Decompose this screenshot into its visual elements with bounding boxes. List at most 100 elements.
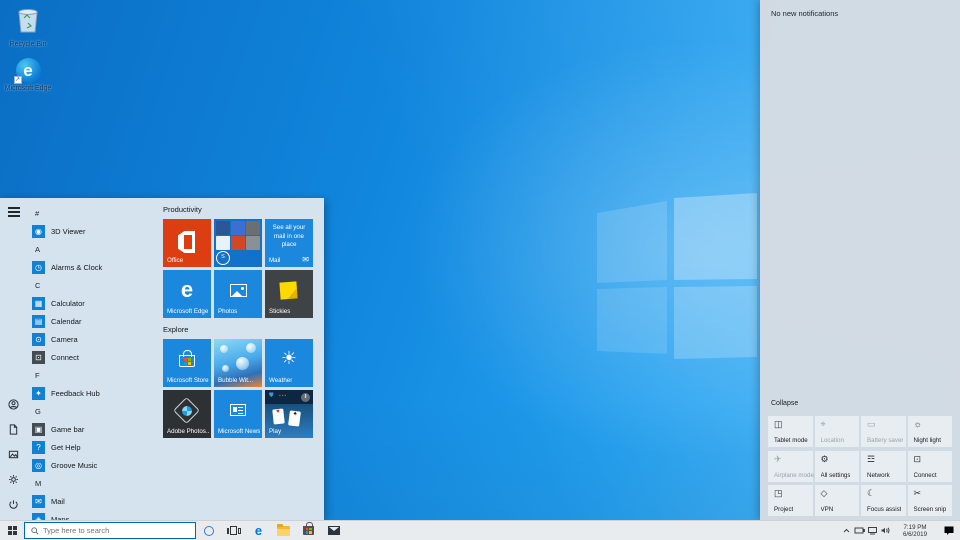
tile-office-apps[interactable]: S	[214, 219, 262, 267]
tray-volume-button[interactable]	[879, 521, 892, 540]
app-section-letter[interactable]: A	[27, 240, 160, 258]
start-menu-rail	[0, 198, 27, 520]
tile-microsoft-news[interactable]: Microsoft News	[214, 390, 262, 438]
quick-action-vpn[interactable]: ◇VPN	[815, 485, 860, 516]
tile-bubble-witch[interactable]: Bubble Wit...	[214, 339, 262, 387]
desktop-icon-label: Recycle Bin	[0, 41, 56, 49]
app-section-letter[interactable]: G	[27, 402, 160, 420]
app-item-3d-viewer[interactable]: ◉3D Viewer	[27, 222, 160, 240]
collapse-link[interactable]: Collapse	[771, 400, 798, 407]
start-button[interactable]	[0, 521, 24, 540]
night-light-icon: ☼	[914, 419, 922, 429]
desktop: Recycle Bin e↗ Microsoft Edge No new not…	[0, 0, 960, 540]
battery-saver-icon: ▭	[867, 419, 876, 430]
bubble-icon	[222, 365, 229, 372]
tile-office[interactable]: Office	[163, 219, 211, 267]
tile-stickies[interactable]: Stickies	[265, 270, 313, 318]
tablet-mode-icon: ◫	[774, 419, 783, 430]
app-item-mail[interactable]: ✉Mail	[27, 492, 160, 510]
edge-icon: e↗	[16, 58, 41, 83]
mail-button[interactable]	[321, 521, 346, 540]
tile-mail[interactable]: See all your mail in one placeMail✉	[265, 219, 313, 267]
app-item-alarms-clock[interactable]: ◷Alarms & Clock	[27, 258, 160, 276]
app-section-letter[interactable]: C	[27, 276, 160, 294]
app-item-maps[interactable]: ◈Maps	[27, 510, 160, 520]
app-item-calendar[interactable]: ▤Calendar	[27, 312, 160, 330]
search-input[interactable]	[43, 526, 173, 535]
store-bag-icon	[303, 526, 314, 535]
desktop-icon-label: Microsoft Edge	[0, 85, 56, 93]
app-item-connect[interactable]: ⊡Connect	[27, 348, 160, 366]
project-icon: ◳	[774, 488, 783, 499]
mail-icon	[328, 526, 340, 535]
microsoft-store-button[interactable]	[296, 521, 321, 540]
quick-action-project[interactable]: ◳Project	[768, 485, 813, 516]
playing-card-icon: ♠	[288, 410, 301, 426]
app-item-camera[interactable]: ⊙Camera	[27, 330, 160, 348]
hamburger-icon[interactable]	[8, 207, 20, 209]
app-section-letter[interactable]: F	[27, 366, 160, 384]
user-icon	[8, 399, 19, 410]
notification-bubble-icon	[943, 525, 955, 536]
task-view-button[interactable]	[221, 521, 246, 540]
quick-action-focus-assist[interactable]: ☾Focus assist	[861, 485, 906, 516]
tile-adobe-photoshop-express[interactable]: Adobe Photos...	[163, 390, 211, 438]
tile-photos[interactable]: Photos	[214, 270, 262, 318]
focus-assist-icon: ☾	[867, 488, 875, 499]
app-item-game-bar[interactable]: ▣Game bar	[27, 420, 160, 438]
app-item-groove-music[interactable]: ◎Groove Music	[27, 456, 160, 474]
app-item-get-help[interactable]: ?Get Help	[27, 438, 160, 456]
tray-overflow-button[interactable]	[840, 521, 853, 540]
start-menu-app-list: # ◉3D Viewer A ◷Alarms & Clock C ▦Calcul…	[27, 198, 160, 520]
quick-action-tablet-mode[interactable]: ◫Tablet mode	[768, 416, 813, 447]
quick-action-all-settings[interactable]: ⚙All settings	[815, 451, 860, 482]
desktop-icon-recycle-bin[interactable]: Recycle Bin	[0, 6, 56, 49]
tile-play[interactable]: ⛊ ▪▪▪ ‖ ♥ ♠ Play	[265, 390, 313, 438]
power-button[interactable]	[6, 497, 21, 512]
skype-icon: S	[216, 251, 230, 265]
bubble-icon	[220, 345, 228, 353]
onedrive-icon	[216, 236, 230, 250]
file-explorer-button[interactable]	[271, 521, 296, 540]
quick-action-location[interactable]: ⌖Location	[815, 416, 860, 447]
tray-network-button[interactable]	[866, 521, 879, 540]
quick-action-night-light[interactable]: ☼Night light	[908, 416, 953, 447]
quick-action-connect[interactable]: ⊡Connect	[908, 451, 953, 482]
app-item-feedback-hub[interactable]: ✦Feedback Hub	[27, 384, 160, 402]
edge-icon: e	[255, 521, 262, 540]
battery-icon	[854, 526, 865, 535]
quick-action-battery-saver[interactable]: ▭Battery saver	[861, 416, 906, 447]
action-center-panel: No new notifications Collapse ◫Tablet mo…	[760, 0, 960, 520]
app-section-letter[interactable]: #	[27, 204, 160, 222]
quick-action-network[interactable]: ☲Network	[861, 451, 906, 482]
user-account-button[interactable]	[6, 397, 21, 412]
quick-action-screen-snip[interactable]: ✂Screen snip	[908, 485, 953, 516]
action-center-button[interactable]	[938, 521, 960, 540]
app-item-calculator[interactable]: ▦Calculator	[27, 294, 160, 312]
settings-button[interactable]	[6, 472, 21, 487]
cortana-button[interactable]	[196, 521, 221, 540]
bubble-icon	[246, 343, 256, 353]
alarms-clock-icon: ◷	[32, 261, 45, 274]
taskbar-edge-button[interactable]: e	[246, 521, 271, 540]
playing-card-icon: ♥	[272, 408, 285, 424]
taskbar-clock[interactable]: 7:19 PM 6/6/2019	[895, 524, 935, 538]
tile-group-title[interactable]: Productivity	[163, 204, 324, 219]
tile-microsoft-edge[interactable]: eMicrosoft Edge	[163, 270, 211, 318]
pictures-button[interactable]	[6, 447, 21, 462]
tile-weather[interactable]: ☀Weather	[265, 339, 313, 387]
tile-group-title[interactable]: Explore	[163, 324, 324, 339]
vpn-icon: ◇	[821, 488, 828, 499]
calendar-icon: ▤	[32, 315, 45, 328]
network-icon: ☲	[867, 454, 875, 465]
app-section-letter[interactable]: M	[27, 474, 160, 492]
tray-battery-button[interactable]	[853, 521, 866, 540]
taskbar-search-box[interactable]	[24, 522, 196, 539]
tile-microsoft-store[interactable]: Microsoft Store	[163, 339, 211, 387]
calculator-icon: ▦	[32, 297, 45, 310]
network-icon	[867, 526, 878, 535]
start-menu: # ◉3D Viewer A ◷Alarms & Clock C ▦Calcul…	[0, 198, 324, 520]
documents-button[interactable]	[6, 422, 21, 437]
desktop-icon-microsoft-edge[interactable]: e↗ Microsoft Edge	[0, 58, 56, 93]
quick-action-airplane-mode[interactable]: ✈Airplane mode	[768, 451, 813, 482]
